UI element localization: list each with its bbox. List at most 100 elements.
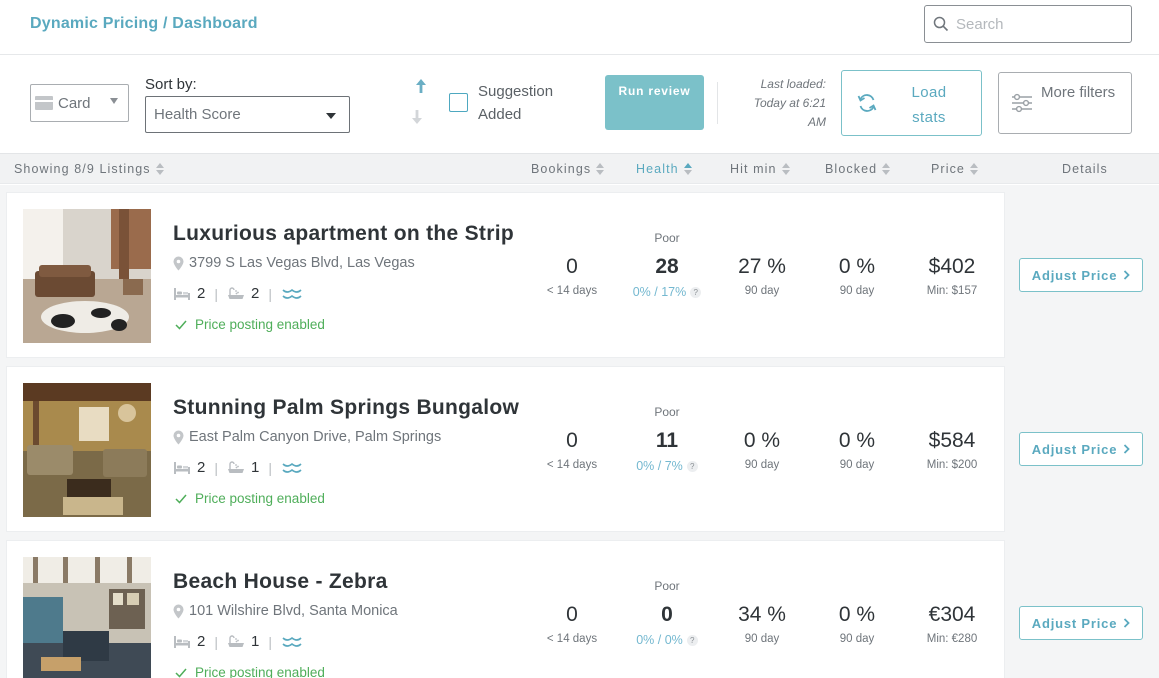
listing-amenities: 2 | 1 | — [173, 459, 309, 476]
hit-min-value: 27 % — [738, 255, 786, 278]
blocked-value: 0 % — [838, 255, 876, 278]
bookings-value: 0 — [566, 603, 578, 626]
bathtub-icon — [227, 460, 244, 473]
map-pin-icon — [173, 256, 184, 270]
bed-count: 2 — [197, 633, 206, 650]
help-icon[interactable]: ? — [690, 286, 702, 298]
bookings-cell: 0 < 14 days — [532, 429, 612, 471]
sort-arrows-icon — [882, 163, 891, 175]
health-subscores: 0% / 17% ? — [633, 285, 702, 299]
sort-arrows-icon — [155, 163, 164, 175]
health-cell: 0 0% / 0% ? — [617, 603, 717, 649]
chevron-right-icon — [1124, 444, 1131, 454]
blocked-period: 90 day — [839, 285, 875, 297]
listing-address: East Palm Canyon Drive, Palm Springs — [173, 429, 441, 445]
check-icon — [175, 668, 187, 678]
sort-ascending-icon[interactable] — [414, 78, 428, 94]
price-cell: €304 Min: €280 — [907, 603, 997, 645]
column-showing-listings[interactable]: Showing 8/9 Listings — [14, 162, 164, 176]
refresh-icon — [857, 94, 877, 112]
sort-descending-icon[interactable] — [410, 109, 424, 125]
chevron-right-icon — [1124, 618, 1131, 628]
bath-count: 2 — [250, 285, 260, 302]
sort-arrows-icon — [969, 163, 978, 175]
view-mode-value: Card — [58, 94, 91, 112]
help-icon[interactable]: ? — [686, 634, 698, 646]
help-icon[interactable]: ? — [686, 460, 698, 472]
health-label: Poor — [654, 405, 680, 419]
listing-title[interactable]: Beach House - Zebra — [173, 570, 388, 594]
blocked-period: 90 day — [839, 459, 875, 471]
bed-icon — [174, 287, 190, 300]
search-box[interactable] — [924, 5, 1132, 43]
more-filters-button[interactable]: More filters — [998, 72, 1132, 134]
listing-title[interactable]: Stunning Palm Springs Bungalow — [173, 396, 519, 420]
listing-address: 3799 S Las Vegas Blvd, Las Vegas — [173, 255, 415, 271]
bookings-period: < 14 days — [546, 459, 598, 471]
sort-arrows-icon — [596, 163, 605, 175]
listing-amenities: 2 | 1 | — [173, 633, 309, 650]
column-bookings[interactable]: Bookings — [531, 162, 605, 176]
price-posting-status: Price posting enabled — [175, 491, 325, 506]
search-icon — [933, 16, 949, 32]
health-label: Poor — [654, 579, 680, 593]
column-health[interactable]: Health — [636, 162, 692, 176]
suggestion-added-label: Suggestion Added — [478, 83, 554, 123]
bookings-period: < 14 days — [546, 633, 598, 645]
adjust-price-button[interactable]: Adjust Price — [1019, 258, 1143, 292]
hit-min-value: 0 % — [743, 429, 781, 452]
hit-min-value: 34 % — [738, 603, 786, 626]
card-view-icon — [35, 96, 53, 110]
hit-min-cell: 34 % 90 day — [722, 603, 802, 645]
column-price[interactable]: Price — [931, 162, 978, 176]
health-score: 28 — [655, 255, 679, 278]
bookings-value: 0 — [566, 255, 578, 278]
price-minimum: Min: $200 — [926, 459, 978, 471]
run-review-button[interactable]: Run review — [605, 75, 704, 130]
health-cell: 28 0% / 17% ? — [617, 255, 717, 301]
hit-min-period: 90 day — [744, 459, 780, 471]
check-icon — [175, 320, 187, 330]
listing-photo[interactable] — [23, 383, 151, 517]
bookings-cell: 0 < 14 days — [532, 603, 612, 645]
column-hit-min[interactable]: Hit min — [730, 162, 790, 176]
adjust-price-button[interactable]: Adjust Price — [1019, 432, 1143, 466]
bed-icon — [174, 635, 190, 648]
sliders-icon — [1012, 93, 1032, 113]
blocked-cell: 0 % 90 day — [817, 603, 897, 645]
search-input[interactable] — [956, 15, 1116, 33]
view-mode-select[interactable]: Card — [30, 84, 129, 122]
adjust-price-button[interactable]: Adjust Price — [1019, 606, 1143, 640]
blocked-value: 0 % — [838, 603, 876, 626]
bed-count: 2 — [197, 285, 206, 302]
bathtub-icon — [227, 286, 244, 299]
listing-photo[interactable] — [23, 557, 151, 678]
sort-label: Sort by: — [145, 76, 197, 93]
load-stats-label: Load stats — [911, 84, 947, 126]
breadcrumb[interactable]: Dynamic Pricing / Dashboard — [30, 15, 258, 33]
price-minimum: Min: €280 — [926, 633, 978, 645]
column-header-bar: Showing 8/9 Listings Bookings Health Hit… — [0, 153, 1159, 184]
health-score: 0 — [661, 603, 673, 626]
price-minimum: Min: $157 — [926, 285, 978, 297]
listing-address: 101 Wilshire Blvd, Santa Monica — [173, 603, 398, 619]
toolbar-divider — [717, 82, 718, 124]
price-value: $402 — [928, 255, 976, 278]
bookings-period: < 14 days — [546, 285, 598, 297]
top-header: Dynamic Pricing / Dashboard — [0, 0, 1159, 55]
hit-min-cell: 27 % 90 day — [722, 255, 802, 297]
column-blocked[interactable]: Blocked — [825, 162, 891, 176]
suggestion-added-checkbox[interactable] — [449, 93, 468, 112]
sort-by-select[interactable]: Health Score — [145, 96, 350, 133]
listing-amenities: 2 | 2 | — [173, 285, 309, 302]
price-value: €304 — [928, 603, 976, 626]
blocked-cell: 0 % 90 day — [817, 429, 897, 471]
bed-icon — [174, 461, 190, 474]
health-subscores: 0% / 7% ? — [636, 459, 698, 473]
hit-min-period: 90 day — [744, 285, 780, 297]
listing-photo[interactable] — [23, 209, 151, 343]
listing-title[interactable]: Luxurious apartment on the Strip — [173, 222, 514, 246]
load-stats-button[interactable]: Load stats — [841, 70, 982, 136]
sort-arrows-icon — [683, 163, 692, 175]
health-label: Poor — [654, 231, 680, 245]
